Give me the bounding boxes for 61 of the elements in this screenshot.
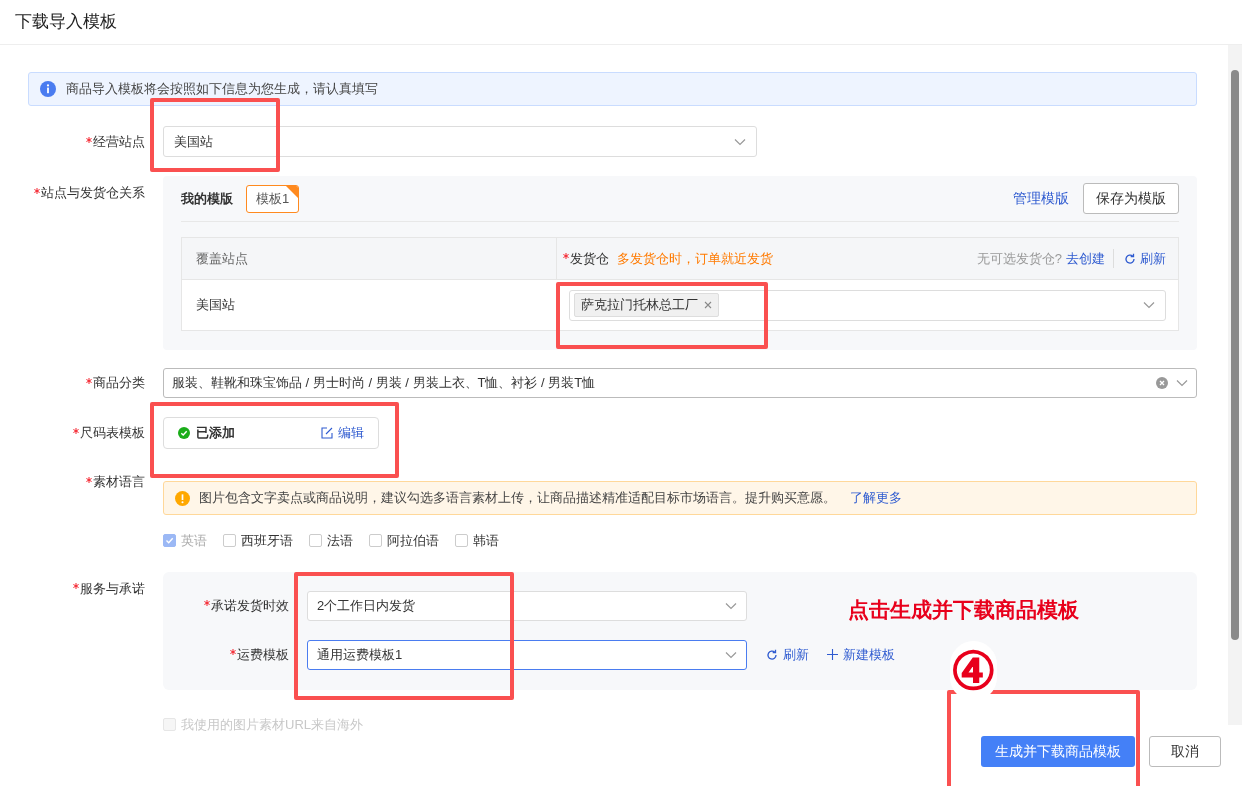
warning-icon (175, 490, 190, 506)
site-select[interactable]: 美国站 (163, 126, 757, 157)
generate-download-button[interactable]: 生成并下载商品模板 (981, 735, 1135, 767)
warehouse-select[interactable]: 萨克拉门托林总工厂 (569, 289, 1166, 321)
close-icon[interactable] (704, 301, 712, 309)
edit-link[interactable]: 编辑 (321, 423, 364, 443)
field-label: 服务与承诺 (80, 580, 145, 596)
dialog-title: 下载导入模板 (15, 11, 117, 34)
checkbox-label: 英语 (181, 532, 207, 550)
category-select[interactable]: 服装、鞋靴和珠宝饰品 / 男士时尚 / 男装 / 男装上衣、T恤、衬衫 / 男装T恤 (163, 368, 1197, 398)
checkbox[interactable] (369, 534, 382, 548)
column-header: 覆盖站点 (196, 249, 248, 268)
field-label: 承诺发货时效 (211, 597, 289, 613)
clear-icon[interactable] (1156, 377, 1168, 389)
column-header: 发货仓 (570, 249, 609, 268)
refresh-link[interactable]: 刷新 (766, 644, 809, 665)
warehouse-tag: 萨克拉门托林总工厂 (574, 293, 719, 317)
checkbox[interactable] (309, 534, 322, 548)
field-label: 尺码表模板 (80, 425, 145, 440)
checkbox[interactable] (223, 534, 236, 548)
new-template-link[interactable]: 新建模板 (827, 644, 895, 665)
table-cell-text: 美国站 (196, 296, 235, 315)
check-circle-icon (178, 427, 190, 439)
plus-icon (827, 649, 838, 660)
template-tag[interactable]: 模板1 (246, 184, 300, 213)
chevron-down-icon (734, 137, 746, 146)
my-templates-label: 我的模版 (181, 189, 233, 208)
learn-more-link[interactable]: 了解更多 (850, 488, 902, 508)
manage-templates-link[interactable]: 管理模版 (1013, 188, 1069, 209)
warehouse-hint: 多发货仓时，订单就近发货 (617, 249, 773, 268)
checkbox-label: 阿拉伯语 (387, 532, 439, 550)
refresh-icon (766, 648, 778, 661)
info-text: 商品导入模板将会按照如下信息为您生成，请认真填写 (66, 80, 378, 99)
annotation-caption: 点击生成并下载商品模板 (848, 596, 1079, 623)
refresh-icon (1124, 252, 1136, 265)
checkbox-label: 西班牙语 (241, 532, 293, 550)
service-select[interactable]: 2个工作日内发货 (307, 590, 747, 621)
field-label: 运费模板 (237, 646, 289, 662)
check-icon (165, 536, 174, 546)
checkbox-label: 法语 (327, 532, 353, 550)
scrollbar[interactable] (1228, 45, 1242, 725)
status-text: 已添加 (196, 424, 235, 443)
cancel-button[interactable]: 取消 (1149, 735, 1221, 767)
edit-icon (321, 427, 333, 439)
no-warehouse-text: 无可选发货仓? (976, 249, 1062, 268)
chevron-down-icon (725, 601, 737, 610)
field-label: 经营站点 (93, 134, 145, 149)
field-label: 商品分类 (93, 375, 145, 390)
create-link[interactable]: 去创建 (1066, 248, 1114, 269)
checkbox-label: 韩语 (473, 532, 499, 550)
warning-text: 图片包含文字卖点或商品说明，建议勾选多语言素材上传，让商品描述精准适配目标市场语言。提升购买意愿。 (199, 489, 836, 508)
service-select[interactable]: 通用运费模板1 (307, 639, 747, 670)
chevron-down-icon (1143, 301, 1155, 309)
field-label: 素材语言 (93, 474, 145, 489)
chevron-down-icon (1176, 379, 1188, 387)
info-icon (40, 81, 56, 97)
save-template-button[interactable]: 保存为模版 (1083, 183, 1179, 214)
checkbox[interactable] (455, 534, 468, 548)
chevron-down-icon (725, 650, 737, 659)
field-label: 站点与发货仓关系 (41, 185, 145, 200)
refresh-link[interactable]: 刷新 (1124, 248, 1166, 269)
